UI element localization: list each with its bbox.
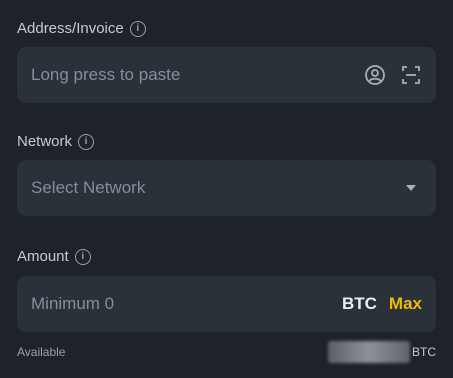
network-label-row: Network i [17,133,95,150]
address-input[interactable]: Long press to paste [31,65,364,85]
info-icon[interactable]: i [78,133,95,150]
max-button[interactable]: Max [389,294,422,314]
network-label: Network [17,133,73,150]
available-balance: BTC [328,341,436,363]
address-label-row: Address/Invoice i [17,20,146,37]
address-actions [364,64,422,86]
info-icon[interactable]: i [74,248,91,265]
amount-field[interactable]: Minimum 0 BTC Max [17,276,436,332]
amount-label: Amount [17,248,69,265]
network-select[interactable]: Select Network [17,160,436,216]
contact-icon[interactable] [364,64,386,86]
amount-input[interactable]: Minimum 0 [31,294,342,314]
info-icon[interactable]: i [129,20,146,37]
caret-down-icon [400,177,422,199]
network-placeholder: Select Network [31,178,146,197]
available-label: Available [17,345,66,359]
available-unit: BTC [412,345,436,359]
address-label: Address/Invoice [17,20,124,37]
withdraw-form: Address/Invoice i Long press to paste Ne… [0,0,453,378]
amount-unit: BTC [341,294,377,313]
blurred-balance [328,341,410,363]
amount-label-row: Amount i [17,248,91,265]
scan-icon[interactable] [400,64,422,86]
address-field[interactable]: Long press to paste [17,47,436,103]
